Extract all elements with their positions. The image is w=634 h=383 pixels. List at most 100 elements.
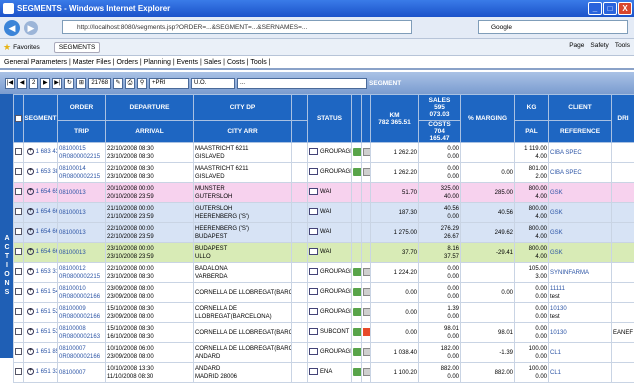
order-number[interactable]: 08100008 [59,325,104,333]
segment-id[interactable]: 1 653 317 [36,270,58,276]
segment-id[interactable]: 1 654 667 [36,230,58,236]
order-number[interactable]: 08100007 [59,345,104,353]
client-name[interactable]: CIBA SPEC [550,169,610,177]
segment-id[interactable]: 1 651 851 [36,350,58,356]
truck-icon[interactable] [353,368,362,376]
document-icon[interactable] [363,348,371,356]
client-name[interactable]: CL1 [550,349,610,357]
segment-id[interactable]: 1 651 538 [36,330,58,336]
client-name[interactable]: GSK [550,249,610,257]
expand-icon[interactable]: + [27,168,34,175]
table-row[interactable]: + 1 651 540081000100R080000216623/09/200… [14,283,634,303]
trip-number[interactable]: 0R0800002215 [59,273,104,281]
table-row[interactable]: + 1 651 520081000090R080000216615/10/200… [14,303,634,323]
order-header[interactable]: ORDER [58,95,106,121]
back-icon[interactable]: ◀ [4,20,20,36]
expand-icon[interactable]: + [27,368,34,375]
row-checkbox[interactable] [15,248,22,255]
expand-icon[interactable]: + [27,328,34,335]
segment-id[interactable]: 1 651 540 [36,290,58,296]
minimize-button[interactable]: _ [588,2,602,15]
client-header[interactable]: CLIENT [549,95,612,121]
row-checkbox[interactable] [15,288,22,295]
row-checkbox[interactable] [15,208,22,215]
url-input[interactable]: http://localhost:8080/segments.jsp?ORDER… [62,20,412,34]
print-icon[interactable]: ⎙ [125,78,135,89]
table-row[interactable]: + 1 654 6670810001322/10/2008 00:0022/10… [14,223,634,243]
order-number[interactable]: 08100010 [59,285,104,293]
table-row[interactable]: + 1 651 3320810000710/10/2008 13:3011/10… [14,363,634,383]
costs-header[interactable]: COSTS704165.47 [419,121,461,143]
expand-icon[interactable]: + [27,248,34,255]
expand-icon[interactable]: + [27,268,34,275]
segment-id[interactable]: 1 654 666 [36,250,58,256]
expand-icon[interactable]: + [27,348,34,355]
trip-number[interactable]: 0R0800002215 [59,153,104,161]
actions-sidebar[interactable]: ACTIONS [0,94,13,358]
city-arr-header[interactable]: CITY ARR [194,121,292,143]
trip-number[interactable]: 0R0800002215 [59,173,104,181]
select-all-checkbox[interactable] [15,115,22,122]
pal-header[interactable]: PAL [515,121,549,143]
client-name[interactable]: 10130 [550,329,610,337]
status-header[interactable]: STATUS [308,95,352,143]
refresh-icon[interactable]: ↻ [64,78,74,89]
km-header[interactable]: KM782 365.51 [371,95,419,143]
client-name[interactable]: 10130 [550,305,610,313]
close-button[interactable]: X [618,2,632,15]
table-row[interactable]: + 1 653 386081000140R080000221522/10/200… [14,163,634,183]
row-checkbox[interactable] [15,168,22,175]
safety-menu[interactable]: Safety [590,42,608,49]
trip-number[interactable]: 0R0800002166 [59,353,104,361]
order-number[interactable]: 08100013 [59,249,104,257]
client-name[interactable]: CIBA SPEC [550,149,610,157]
filter-icon[interactable]: ⚲ [137,78,147,89]
next-page-icon[interactable]: ▶ [40,78,50,89]
table-row[interactable]: + 1 654 6650810001321/10/2008 00:0021/10… [14,203,634,223]
expand-icon[interactable]: + [27,208,34,215]
maximize-button[interactable]: □ [603,2,617,15]
filter-select-3[interactable]: ... [237,78,367,89]
truck-icon[interactable] [353,148,362,156]
trip-number[interactable]: 0R0800002163 [59,333,104,341]
trip-number[interactable]: 0R0800002166 [59,293,104,301]
favorites-star-icon[interactable]: ★ [3,42,11,53]
document-icon[interactable] [363,148,371,156]
forward-icon[interactable]: ▶ [24,21,38,35]
client-name[interactable]: GSK [550,229,610,237]
table-row[interactable]: + 1 654 6540810001320/10/2008 00:0020/10… [14,183,634,203]
truck-icon[interactable] [353,328,362,336]
segment-id[interactable]: 1 653 386 [36,170,58,176]
document-icon[interactable] [363,268,371,276]
client-name[interactable]: CL1 [550,369,610,377]
menu-text[interactable]: General Parameters | Master Files | Orde… [4,59,271,66]
truck-icon[interactable] [353,268,362,276]
filter-select-1[interactable]: +PRI [149,78,189,89]
order-number[interactable]: 08100013 [59,189,104,197]
table-row[interactable]: + 1 683 431081000150R080000221522/10/200… [14,143,634,163]
expand-icon[interactable]: + [27,228,34,235]
order-number[interactable]: 08100012 [59,265,104,273]
row-checkbox[interactable] [15,228,22,235]
favorites-label[interactable]: Favorites [13,44,40,51]
order-number[interactable]: 08100014 [59,165,104,173]
row-checkbox[interactable] [15,148,22,155]
page-menu[interactable]: Page [569,42,584,49]
order-number[interactable]: 08100013 [59,229,104,237]
filter-select-2[interactable]: U.O. [191,78,235,89]
order-number[interactable]: 08100013 [59,209,104,217]
margin-header[interactable]: % MARGING [461,95,515,143]
document-icon[interactable] [363,368,371,376]
client-name[interactable]: 11111 [550,285,610,293]
segment-id[interactable]: 1 654 665 [36,210,58,216]
expand-icon[interactable]: + [27,148,34,155]
arrival-header[interactable]: ARRIVAL [106,121,194,143]
departure-header[interactable]: DEPARTURE [106,95,194,121]
browser-tab[interactable]: SEGMENTS [54,42,100,53]
page-select[interactable]: 2 [29,78,38,89]
dri-header[interactable]: DRI [612,95,634,143]
order-number[interactable]: 08100007 [59,369,104,377]
alert-icon[interactable] [363,328,371,336]
prev-page-icon[interactable]: ◀ [17,78,27,89]
edit-icon[interactable]: ✎ [113,78,123,89]
